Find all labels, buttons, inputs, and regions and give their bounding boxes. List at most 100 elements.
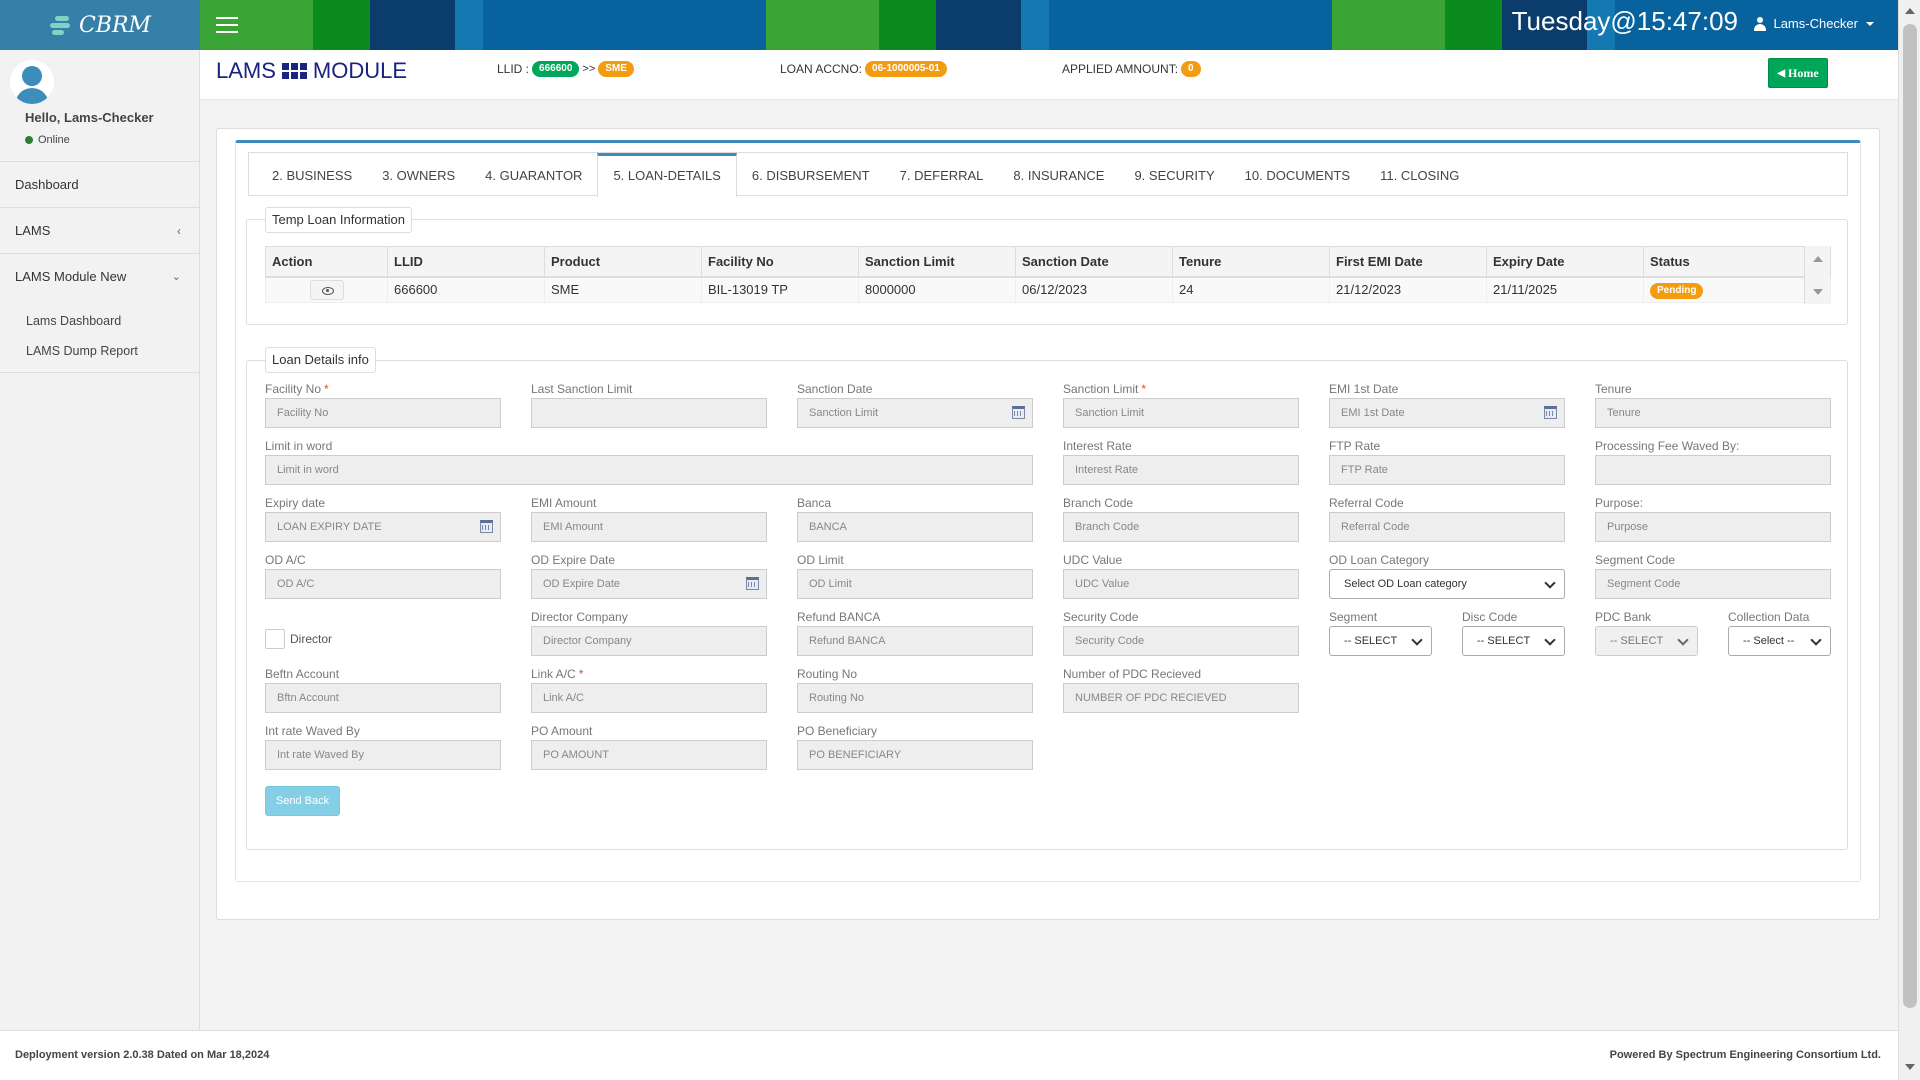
column-header[interactable]: Facility No [701, 246, 859, 278]
segment-code-input[interactable] [1595, 569, 1831, 599]
tab-insurance[interactable]: 8. INSURANCE [998, 153, 1119, 196]
scroll-up-arrow-icon[interactable] [1813, 256, 1823, 262]
facility-no-input[interactable] [265, 398, 501, 428]
sidebar-subitem-lams-dashboard[interactable]: Lams Dashboard [0, 306, 199, 336]
view-button[interactable] [310, 279, 344, 300]
ftp-rate-input[interactable] [1329, 455, 1565, 485]
scroll-down-arrow-icon[interactable] [1905, 1064, 1915, 1070]
tab-guarantor[interactable]: 4. GUARANTOR [470, 153, 597, 196]
tab-owners[interactable]: 3. OWNERS [367, 153, 470, 196]
limit-in-word-input[interactable] [265, 455, 1033, 485]
emi-amount-input[interactable] [531, 512, 767, 542]
scrollbar-thumb[interactable] [1903, 24, 1917, 1008]
po-amount-input[interactable] [531, 740, 767, 770]
banca-input[interactable] [797, 512, 1033, 542]
tab-closing[interactable]: 11. CLOSING [1365, 153, 1474, 196]
beftn-account-label: Beftn Account [265, 667, 340, 681]
security-code-input[interactable] [1063, 626, 1299, 656]
scroll-up-arrow-icon[interactable] [1905, 8, 1915, 14]
sanction-date-input[interactable] [797, 398, 1033, 428]
column-header[interactable]: Sanction Date [1015, 246, 1173, 278]
calendar-icon[interactable] [1012, 406, 1025, 419]
sidebar-item-lams-module-new[interactable]: LAMS Module New ⌄ [0, 254, 199, 300]
segment-select[interactable]: -- SELECT [1329, 626, 1432, 656]
branch-code-input[interactable] [1063, 512, 1299, 542]
tab-business[interactable]: 2. BUSINESS [257, 153, 367, 196]
emi-1st-date-input[interactable] [1329, 398, 1565, 428]
int-rate-waved-input[interactable] [265, 740, 501, 770]
chevron-down-icon [1677, 634, 1689, 646]
deployment-version: Deployment version 2.0.38 Dated on Mar 1… [15, 1049, 270, 1061]
last-sanction-limit-input[interactable] [531, 398, 767, 428]
routing-no-input[interactable] [797, 683, 1033, 713]
sidebar-item-dashboard[interactable]: Dashboard [0, 162, 199, 208]
disc-code-label: Disc Code [1462, 610, 1518, 624]
collection-data-select[interactable]: -- Select -- [1728, 626, 1831, 656]
od-loan-category-select[interactable]: Select OD Loan category [1329, 569, 1565, 599]
table-cell-sanction-limit: 8000000 [858, 276, 1016, 303]
pdc-bank-select[interactable]: -- SELECT [1595, 626, 1698, 656]
table-scrollbar[interactable] [1804, 246, 1830, 304]
tenure-input[interactable] [1595, 398, 1831, 428]
number-of-pdc-input[interactable] [1063, 683, 1299, 713]
beftn-account-input[interactable] [265, 683, 501, 713]
brand-logo[interactable]: CBRM [0, 0, 200, 50]
od-ac-input[interactable] [265, 569, 501, 599]
disc-code-select[interactable]: -- SELECT [1462, 626, 1565, 656]
column-header[interactable]: First EMI Date [1329, 246, 1487, 278]
send-back-button[interactable]: Send Back [265, 786, 340, 816]
column-header[interactable]: Status [1643, 246, 1831, 278]
loan-accno-info: LOAN ACCNO: 06-1000005-01 [780, 61, 947, 77]
grid-icon [281, 63, 307, 79]
column-header[interactable]: Tenure [1172, 246, 1330, 278]
refund-banca-input[interactable] [797, 626, 1033, 656]
sidebar-subitem-lams-dump-report[interactable]: LAMS Dump Report [0, 336, 199, 366]
tab-documents[interactable]: 10. DOCUMENTS [1230, 153, 1365, 196]
user-menu-dropdown[interactable]: Lams-Checker [1753, 16, 1874, 31]
scroll-down-arrow-icon[interactable] [1813, 289, 1823, 295]
arrow-left-icon: ◀ [1777, 67, 1786, 79]
link-ac-input[interactable] [531, 683, 767, 713]
sanction-limit-input[interactable] [1063, 398, 1299, 428]
calendar-icon[interactable] [1544, 406, 1557, 419]
llid-separator: >> [582, 63, 596, 75]
tab-disbursement[interactable]: 6. DISBURSEMENT [737, 153, 885, 196]
chevron-left-icon: ‹ [177, 224, 181, 238]
interest-rate-input[interactable] [1063, 455, 1299, 485]
director-company-input[interactable] [531, 626, 767, 656]
temp-loan-legend: Temp Loan Information [265, 207, 412, 233]
module-header: LAMS MODULE LLID : 666600 >> SME LOAN AC… [200, 50, 1898, 100]
sidebar-item-lams[interactable]: LAMS ‹ [0, 208, 199, 254]
tab-deferral[interactable]: 7. DEFERRAL [885, 153, 999, 196]
disc-code-selected: -- SELECT [1477, 635, 1531, 647]
column-header[interactable]: LLID [387, 246, 545, 278]
tab-security[interactable]: 9. SECURITY [1119, 153, 1229, 196]
od-ac-label: OD A/C [265, 553, 306, 567]
od-loan-category-selected: Select OD Loan category [1344, 578, 1467, 590]
tab-loan-details[interactable]: 5. LOAN-DETAILS [597, 153, 737, 197]
home-button[interactable]: ◀ Home [1768, 58, 1828, 88]
table-cell-expiry-date: 21/11/2025 [1486, 276, 1644, 303]
column-header[interactable]: Expiry Date [1486, 246, 1644, 278]
calendar-icon[interactable] [746, 577, 759, 590]
od-limit-input[interactable] [797, 569, 1033, 599]
segment-code-label: Segment Code [1595, 553, 1676, 567]
od-expire-date-input[interactable] [531, 569, 767, 599]
purpose-input[interactable] [1595, 512, 1831, 542]
column-header[interactable]: Sanction Limit [858, 246, 1016, 278]
referral-code-input[interactable] [1329, 512, 1565, 542]
column-header[interactable]: Product [544, 246, 702, 278]
po-beneficiary-input[interactable] [797, 740, 1033, 770]
page-scrollbar[interactable] [1898, 0, 1920, 1080]
expiry-date-input[interactable] [265, 512, 501, 542]
director-checkbox[interactable] [265, 629, 285, 649]
chevron-down-icon: ⌄ [171, 271, 181, 283]
udc-value-label: UDC Value [1063, 553, 1123, 567]
column-header[interactable]: Action [265, 246, 388, 278]
sidebar-toggle-hamburger-icon[interactable] [214, 14, 240, 36]
udc-value-input[interactable] [1063, 569, 1299, 599]
brand-name: CBRM [78, 12, 152, 38]
processing-fee-input[interactable] [1595, 455, 1831, 485]
top-navbar: CBRM Tuesday@15:47:09 Lams-Checker [0, 0, 1898, 50]
calendar-icon[interactable] [480, 520, 493, 533]
